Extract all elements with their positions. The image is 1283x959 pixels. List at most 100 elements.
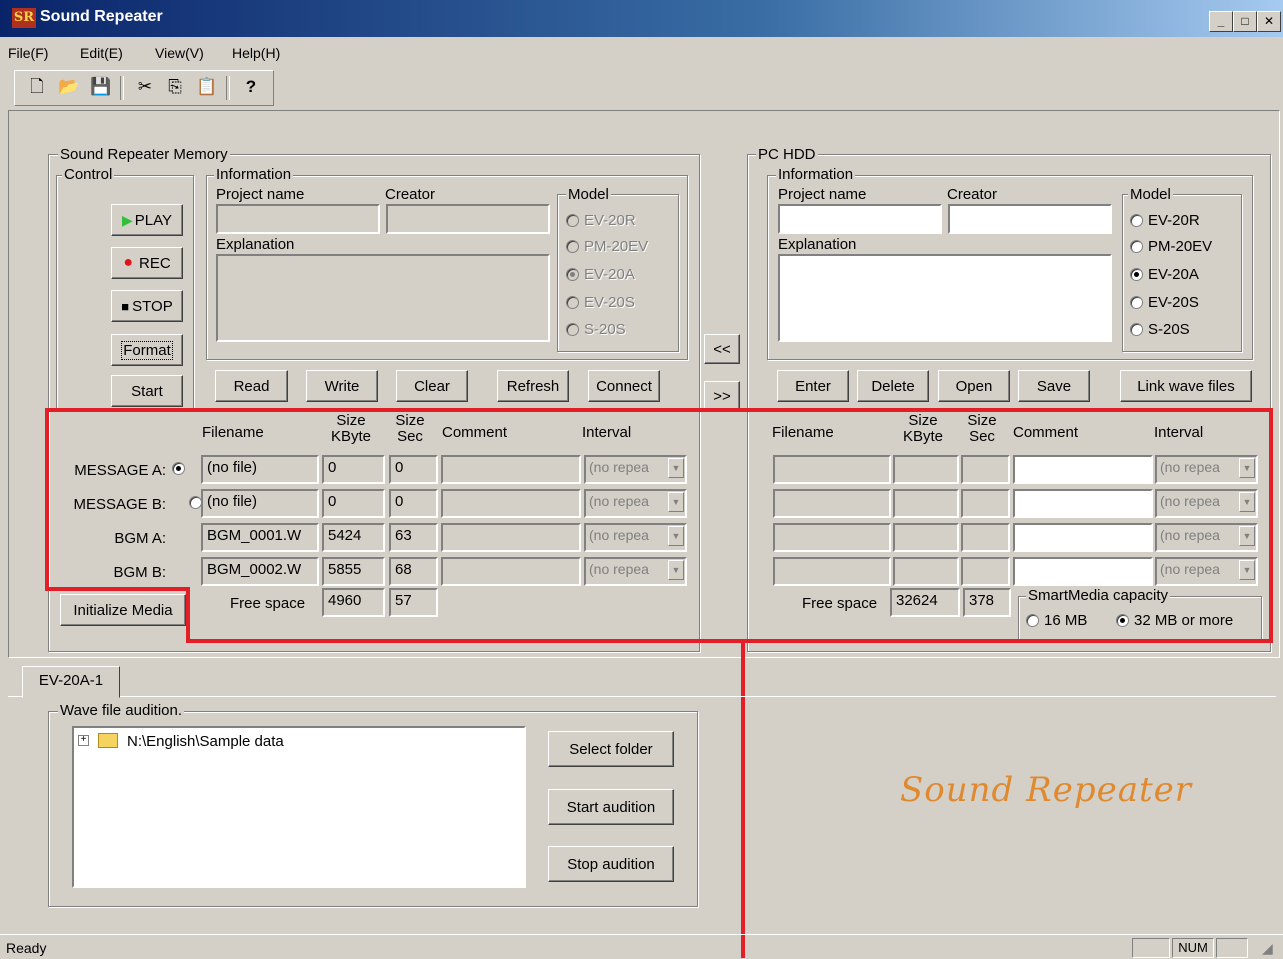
capacity-32mb-radio[interactable]: 32 MB or more <box>1116 612 1233 629</box>
app-icon: SR <box>12 8 36 28</box>
pc-explanation-input[interactable] <box>778 254 1112 342</box>
rec-button[interactable]: ● REC <box>111 247 183 279</box>
pc-row-3-comment[interactable] <box>1013 523 1153 552</box>
expand-icon[interactable]: + <box>78 735 89 746</box>
play-icon: ▶ <box>121 211 133 228</box>
read-button[interactable]: Read <box>215 370 288 402</box>
start-audition-button[interactable]: Start audition <box>548 789 674 825</box>
memory-free-kbyte: 4960 <box>322 588 385 617</box>
chevron-down-icon: ▼ <box>668 560 684 580</box>
message-a-comment <box>441 455 581 484</box>
copy-to-memory-button[interactable]: << <box>704 334 740 364</box>
clear-button[interactable]: Clear <box>396 370 468 402</box>
select-folder-button[interactable]: Select folder <box>548 731 674 767</box>
memory-free-space-label: Free space <box>230 595 306 612</box>
start-button[interactable]: Start <box>111 375 183 407</box>
message-a-sec: 0 <box>389 455 438 484</box>
pc-model-ev20a[interactable]: EV-20A <box>1130 266 1199 283</box>
pc-info-title: Information <box>776 166 856 183</box>
open-folder-icon[interactable]: 📂 <box>58 76 80 98</box>
chevron-down-icon: ▼ <box>1239 560 1255 580</box>
pc-row-2-interval[interactable]: (no repea ▼ <box>1155 489 1258 518</box>
play-button[interactable]: ▶ PLAY <box>111 204 183 236</box>
format-button[interactable]: Format <box>111 334 183 366</box>
bgm-b-interval: (no repea ▼ <box>584 557 687 586</box>
menu-file[interactable]: File(F) <box>8 45 48 61</box>
chevron-down-icon: ▼ <box>668 526 684 546</box>
initialize-media-button[interactable]: Initialize Media <box>60 594 186 626</box>
copy-icon[interactable]: ⎘ <box>164 76 186 98</box>
refresh-button[interactable]: Refresh <box>497 370 569 402</box>
stop-audition-button[interactable]: Stop audition <box>548 846 674 882</box>
paste-icon[interactable]: 📋 <box>196 76 218 98</box>
minimize-button[interactable]: _ <box>1209 11 1233 32</box>
pc-free-sec: 378 <box>963 588 1011 617</box>
maximize-button[interactable]: □ <box>1233 11 1257 32</box>
menu-view[interactable]: View(V) <box>155 45 204 61</box>
pc-row-2-comment[interactable] <box>1013 489 1153 518</box>
resize-grip-icon[interactable]: ◢ <box>1262 940 1273 957</box>
bgm-b-filename: BGM_0002.W <box>201 557 319 586</box>
pc-row-3-interval[interactable]: (no repea ▼ <box>1155 523 1258 552</box>
bgm-a-sec: 63 <box>389 523 438 552</box>
menu-edit[interactable]: Edit(E) <box>80 45 123 61</box>
pc-size-kbyte-header: Size KByte <box>902 412 944 445</box>
delete-button[interactable]: Delete <box>857 370 929 402</box>
stop-button[interactable]: ■ STOP <box>111 290 183 322</box>
capacity-16mb-radio[interactable]: 16 MB <box>1026 612 1087 629</box>
link-wave-files-button[interactable]: Link wave files <box>1120 370 1252 402</box>
tab-strip-line <box>8 696 1276 697</box>
message-a-filename: (no file) <box>201 455 319 484</box>
save-icon[interactable]: 💾 <box>90 76 112 98</box>
memory-creator-field <box>386 204 550 234</box>
pc-row-2-filename <box>773 489 891 518</box>
title-bar[interactable] <box>0 0 1283 37</box>
highlight-frame-bottom <box>186 639 1273 643</box>
new-file-icon[interactable]: 🗋 <box>26 76 48 98</box>
memory-model-pm20ev: PM-20EV <box>566 238 648 255</box>
pc-model-pm20ev[interactable]: PM-20EV <box>1130 238 1212 255</box>
copy-to-pc-button[interactable]: >> <box>704 381 740 411</box>
pc-creator-input[interactable] <box>948 204 1112 234</box>
tree-item-folder[interactable]: N:\English\Sample data <box>127 733 284 750</box>
pc-model-ev20r[interactable]: EV-20R <box>1130 212 1200 229</box>
brand-logo-text: Sound Repeater <box>900 770 1193 810</box>
enter-button[interactable]: Enter <box>777 370 849 402</box>
pc-model-s20s[interactable]: S-20S <box>1130 321 1190 338</box>
cut-icon[interactable]: ✂ <box>134 76 156 98</box>
pc-model-ev20s[interactable]: EV-20S <box>1130 294 1199 311</box>
connect-button[interactable]: Connect <box>588 370 660 402</box>
save-button[interactable]: Save <box>1018 370 1090 402</box>
message-b-filename: (no file) <box>201 489 319 518</box>
folder-tree[interactable] <box>72 726 526 888</box>
memory-model-ev20a: EV-20A <box>566 266 635 283</box>
pc-free-space-label: Free space <box>802 595 878 612</box>
tab-ev20a-1[interactable]: EV-20A-1 <box>22 666 120 698</box>
open-button[interactable]: Open <box>938 370 1010 402</box>
bgm-a-filename: BGM_0001.W <box>201 523 319 552</box>
write-button[interactable]: Write <box>306 370 378 402</box>
pc-row-1-interval[interactable]: (no repea ▼ <box>1155 455 1258 484</box>
chevron-down-icon: ▼ <box>1239 526 1255 546</box>
pc-row-2-sec <box>961 489 1010 518</box>
window-title: Sound Repeater <box>40 8 163 25</box>
message-a-radio[interactable] <box>172 462 185 475</box>
highlight-frame-right <box>1269 408 1273 643</box>
pc-row-4-comment[interactable] <box>1013 557 1153 586</box>
help-icon[interactable]: ? <box>240 76 262 98</box>
pc-interval-header: Interval <box>1154 424 1204 441</box>
pc-row-4-interval[interactable]: (no repea ▼ <box>1155 557 1258 586</box>
project-name-label: Project name <box>216 186 305 203</box>
menu-help[interactable]: Help(H) <box>232 45 280 61</box>
pc-row-1-comment[interactable] <box>1013 455 1153 484</box>
pc-row-1-filename <box>773 455 891 484</box>
pc-row-4-kbyte <box>893 557 959 586</box>
message-b-comment <box>441 489 581 518</box>
close-button[interactable]: ✕ <box>1257 11 1281 32</box>
stop-icon: ■ <box>121 298 130 314</box>
smartmedia-capacity-title: SmartMedia capacity <box>1026 587 1171 604</box>
memory-size-sec-header: Size Sec <box>395 412 425 445</box>
pc-project-name-input[interactable] <box>778 204 942 234</box>
pc-row-1-sec <box>961 455 1010 484</box>
status-text: Ready <box>6 940 47 956</box>
